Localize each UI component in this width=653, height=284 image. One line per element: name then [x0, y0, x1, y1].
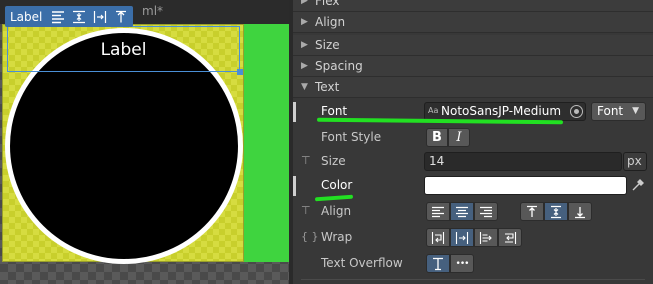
ellipsis-icon: •••	[455, 258, 470, 269]
wrap-mode-1-button[interactable]	[426, 228, 450, 247]
chevron-down-icon: ▼	[301, 82, 308, 92]
prop-font-style: Font Style B I	[293, 126, 653, 150]
eyedropper-icon[interactable]	[631, 178, 645, 192]
chevron-right-icon: ▶	[301, 61, 308, 71]
wrap-buttons	[426, 228, 522, 247]
section-bottom-divider	[301, 279, 645, 280]
section-title: Spacing	[315, 59, 363, 73]
font-type-dropdown[interactable]: Font ▼	[591, 102, 646, 121]
align-top-button[interactable]	[520, 202, 544, 221]
selected-label-element[interactable]: Label	[7, 26, 240, 72]
align-top-icon	[527, 205, 537, 217]
document-title: ml*	[142, 4, 164, 18]
bold-button[interactable]: B	[426, 128, 448, 147]
section-title: Align	[315, 15, 346, 29]
font-label: Font	[321, 104, 348, 118]
wrap-reverse-icon	[505, 231, 517, 244]
chevron-right-icon: ▶	[301, 40, 308, 50]
prop-text-overflow: Text Overflow •••	[293, 252, 653, 276]
object-picker-icon[interactable]	[570, 105, 583, 118]
align-right-icon	[480, 206, 492, 217]
color-label: Color	[321, 178, 353, 192]
italic-icon: I	[456, 130, 462, 145]
align-center-icon	[456, 206, 468, 217]
size-input[interactable]: 14	[424, 152, 622, 171]
align-right-button[interactable]	[474, 202, 498, 221]
align-bottom-icon	[575, 206, 585, 218]
align-left-button[interactable]	[426, 202, 450, 221]
pin-icon[interactable]: ⊤	[301, 204, 311, 217]
align-label: Align	[321, 204, 352, 218]
prop-align: ⊤ Align	[293, 200, 653, 224]
section-size[interactable]: ▶ Size	[293, 35, 653, 56]
wrap-overflow-icon	[479, 231, 492, 244]
section-flex[interactable]: ▶ Flex	[293, 0, 653, 12]
chevron-down-icon: ▼	[632, 106, 639, 116]
canvas-viewport[interactable]: ml* Label Label	[0, 0, 289, 284]
prop-size: ⊤ Size 14 px	[293, 150, 653, 174]
font-style-label: Font Style	[321, 130, 382, 144]
font-asset-icon: Aa	[428, 106, 439, 115]
align-left-icon	[432, 206, 444, 217]
section-title: Size	[315, 38, 340, 52]
font-style-buttons: B I	[426, 128, 470, 147]
overflow-ellipsis-button[interactable]: •••	[450, 254, 474, 273]
resize-handle[interactable]	[237, 69, 243, 75]
section-spacing[interactable]: ▶ Spacing	[293, 56, 653, 77]
color-swatch-field[interactable]	[424, 176, 627, 195]
override-indicator	[293, 102, 296, 122]
label-element-text: Label	[100, 40, 147, 60]
section-title: Flex	[315, 0, 340, 8]
italic-button[interactable]: I	[448, 128, 470, 147]
no-wrap-icon	[455, 231, 469, 244]
size-unit: px	[627, 154, 642, 168]
wrap-label: Wrap	[321, 230, 353, 244]
wrap-mode-3-button[interactable]	[474, 228, 498, 247]
section-align[interactable]: ▶ Align	[293, 12, 653, 33]
reset-icon[interactable]: { }	[301, 230, 319, 243]
overflow-clip-button[interactable]	[426, 254, 450, 273]
bold-icon: B	[432, 130, 442, 145]
align-middle-icon	[551, 205, 561, 218]
size-unit-button[interactable]: px	[623, 152, 647, 171]
toolbar-element-label: Label	[10, 9, 43, 24]
size-value: 14	[429, 154, 445, 168]
section-text[interactable]: ▼ Text	[293, 77, 653, 98]
align-middle-button[interactable]	[544, 202, 568, 221]
wrap-icon[interactable]	[93, 10, 107, 24]
horizontal-align-buttons	[426, 202, 498, 221]
vertical-align-buttons	[520, 202, 592, 221]
override-indicator	[293, 176, 296, 196]
vertical-align-icon[interactable]	[72, 10, 86, 24]
wrap-icon	[431, 231, 445, 244]
text-align-icon[interactable]	[51, 10, 65, 24]
pin-icon[interactable]: ⊤	[301, 154, 311, 167]
chevron-right-icon: ▶	[301, 0, 308, 6]
wrap-mode-2-button[interactable]	[450, 228, 474, 247]
prop-wrap: { } Wrap	[293, 226, 653, 250]
wrap-mode-4-button[interactable]	[498, 228, 522, 247]
text-overflow-buttons: •••	[426, 254, 474, 273]
green-element[interactable]	[244, 24, 289, 262]
text-overflow-icon[interactable]	[114, 10, 128, 24]
section-title: Text	[315, 80, 340, 94]
size-label: Size	[321, 154, 346, 168]
font-value: NotoSansJP-Medium	[441, 104, 562, 118]
align-center-button[interactable]	[450, 202, 474, 221]
align-bottom-button[interactable]	[568, 202, 592, 221]
overflow-clip-icon	[433, 257, 443, 270]
inspector-panel: ▶ Flex ▶ Align ▶ Size ▶ Spacing ▼ Text F…	[293, 0, 653, 284]
element-quick-toolbar: Label	[5, 6, 133, 27]
text-overflow-label: Text Overflow	[321, 256, 403, 270]
font-type-value: Font	[597, 104, 624, 118]
chevron-right-icon: ▶	[301, 17, 308, 27]
